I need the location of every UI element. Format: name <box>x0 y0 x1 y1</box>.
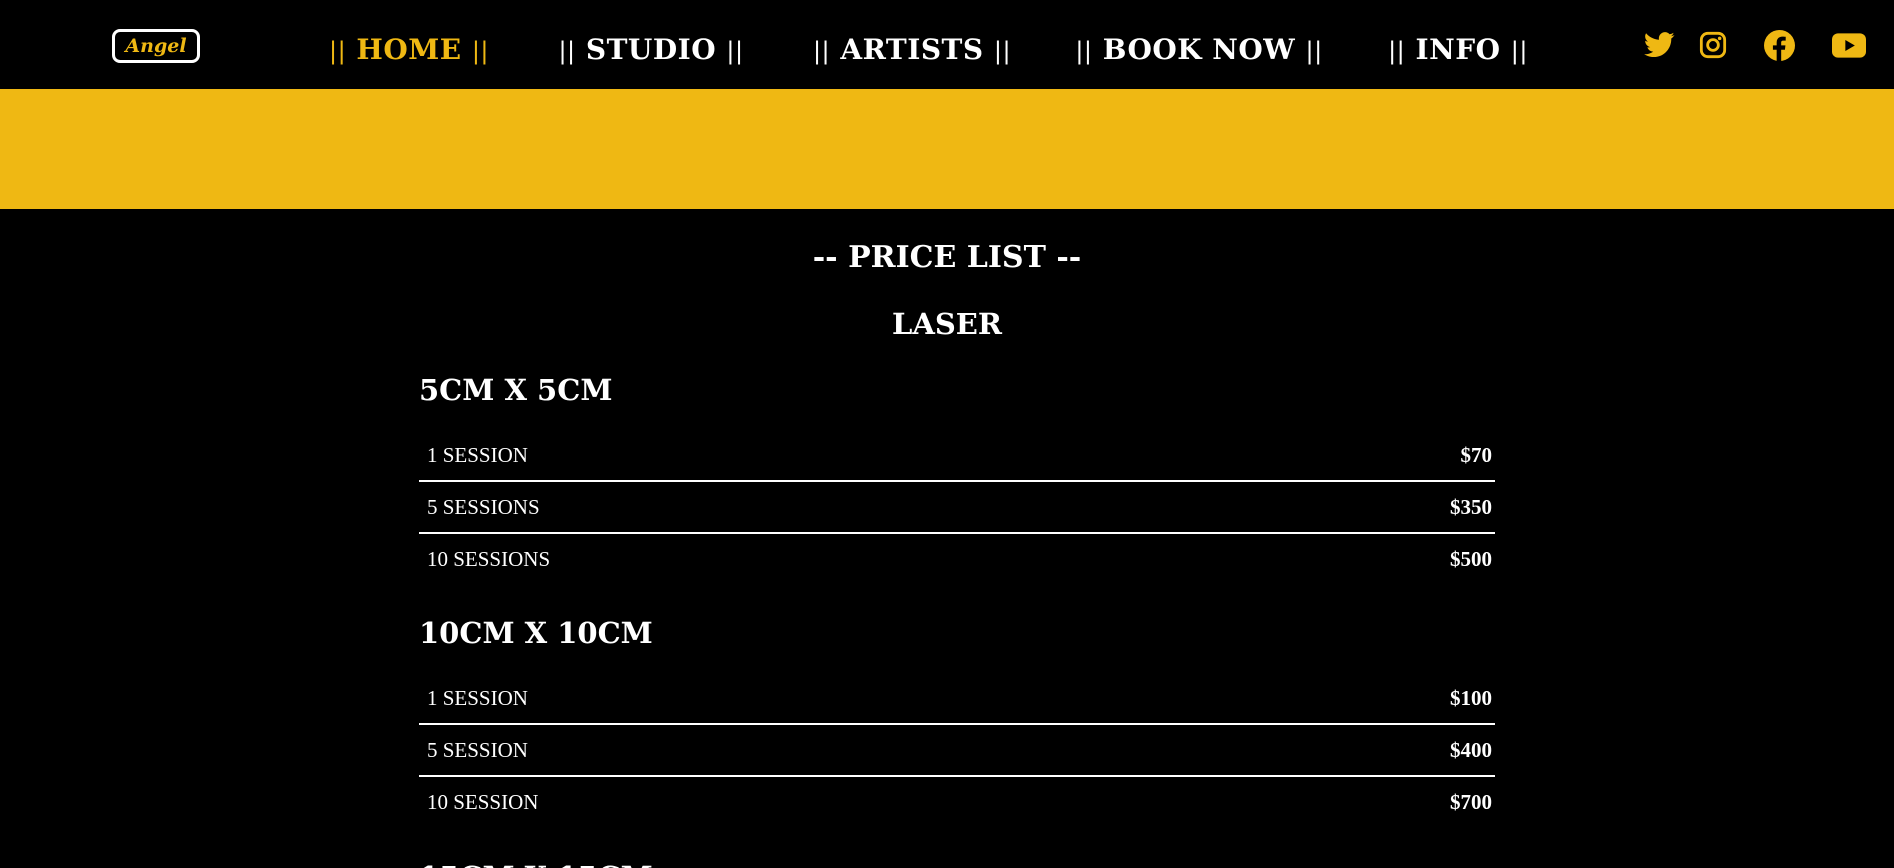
session-price: $400 <box>1450 737 1492 762</box>
price-table: 1 SESSION $70 5 SESSIONS $350 10 SESSION… <box>419 430 1495 584</box>
session-label: 5 SESSIONS <box>427 494 540 519</box>
price-section-10cm: 10CM X 10CM 1 SESSION $100 5 SESSION $40… <box>419 613 1495 827</box>
facebook-link[interactable] <box>1762 28 1796 62</box>
session-label: 1 SESSION <box>427 442 528 467</box>
table-row: 5 SESSIONS $350 <box>419 481 1495 533</box>
nav-separator: || <box>1305 37 1323 65</box>
nav-separator: || <box>1510 37 1528 65</box>
table-row: 10 SESSION $700 <box>419 776 1495 827</box>
nav-separator: || <box>471 37 490 65</box>
logo-link[interactable]: Angel <box>112 29 200 63</box>
nav-separator: || <box>726 37 744 65</box>
section-title: 5CM X 5CM <box>419 373 613 407</box>
session-price: $350 <box>1450 494 1492 519</box>
session-label: 1 SESSION <box>427 685 528 710</box>
nav-book-now[interactable]: || BOOK NOW || <box>1075 30 1322 71</box>
nav-separator: || <box>1388 37 1406 65</box>
table-row: 1 SESSION $70 <box>419 430 1495 481</box>
nav-separator: || <box>1075 37 1093 65</box>
youtube-icon <box>1832 32 1866 58</box>
nav-info[interactable]: || INFO || <box>1388 30 1528 71</box>
nav-artists-label: ARTISTS <box>840 33 984 66</box>
nav-separator: || <box>812 37 831 65</box>
category-title: LASER <box>891 307 1003 341</box>
nav-separator: || <box>558 37 576 65</box>
session-price: $100 <box>1450 685 1492 710</box>
session-price: $500 <box>1450 546 1492 571</box>
table-row: 10 SESSIONS $500 <box>419 533 1495 584</box>
navbar: Angel || HOME || || STUDIO || || ARTISTS… <box>0 0 1894 89</box>
table-row: 5 SESSION $400 <box>419 724 1495 776</box>
price-section-5cm: 5CM X 5CM 1 SESSION $70 5 SESSIONS $350 … <box>419 370 1495 584</box>
session-label: 10 SESSION <box>427 789 539 814</box>
nav-separator: || <box>328 37 347 65</box>
twitter-link[interactable] <box>1642 28 1676 62</box>
instagram-link[interactable] <box>1696 28 1730 62</box>
nav-book-now-label: BOOK NOW <box>1102 33 1296 66</box>
price-list-title: -- PRICE LIST -- <box>812 240 1082 275</box>
nav-separator: || <box>993 37 1012 65</box>
session-price: $700 <box>1450 789 1492 814</box>
section-title-partial: 15CM X 15CM <box>419 857 653 868</box>
price-table: 1 SESSION $100 5 SESSION $400 10 SESSION… <box>419 673 1495 827</box>
nav-home[interactable]: || HOME || <box>329 30 489 71</box>
session-price: $70 <box>1460 442 1493 467</box>
nav-home-label: HOME <box>356 33 462 66</box>
twitter-icon <box>1643 32 1674 58</box>
session-label: 5 SESSION <box>427 737 528 762</box>
session-label: 10 SESSIONS <box>427 546 551 571</box>
section-title: 10CM X 10CM <box>419 616 653 650</box>
nav-studio-label: STUDIO <box>585 33 717 66</box>
nav-artists[interactable]: || ARTISTS || <box>813 30 1011 71</box>
nav-studio[interactable]: || STUDIO || <box>558 30 743 71</box>
hero-banner <box>0 89 1894 209</box>
youtube-link[interactable] <box>1832 28 1866 62</box>
instagram-icon <box>1699 31 1727 59</box>
facebook-icon <box>1763 29 1795 61</box>
table-row: 1 SESSION $100 <box>419 673 1495 724</box>
nav-info-label: INFO <box>1415 33 1501 66</box>
